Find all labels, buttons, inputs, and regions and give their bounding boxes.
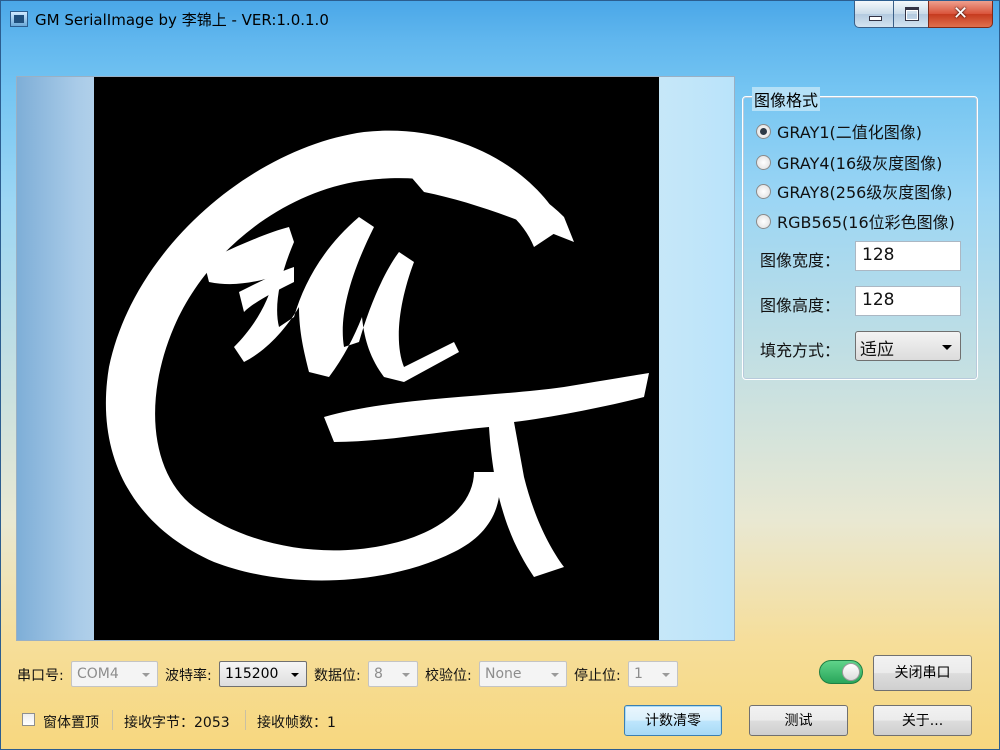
app-icon (10, 11, 28, 27)
radio-rgb565-label: RGB565(16位彩色图像) (777, 213, 955, 232)
port-label: 串口号: (17, 668, 64, 684)
main-window: GM SerialImage by 李锦上 - VER:1.0.1.0 ✕ 图像… (0, 0, 1000, 750)
topmost-checkbox[interactable] (22, 713, 35, 726)
chevron-down-icon (662, 673, 670, 677)
radio-gray8-label: GRAY8(256级灰度图像) (777, 183, 953, 202)
data-bits-value: 8 (374, 666, 383, 682)
baud-select[interactable]: 115200 (219, 661, 307, 687)
gm-logo-image (94, 77, 659, 640)
baud-value: 115200 (225, 666, 279, 682)
minimize-icon (869, 16, 882, 21)
status-separator (112, 710, 113, 730)
radio-rgb565[interactable]: RGB565(16位彩色图像) (756, 209, 955, 233)
radio-gray1-label: GRAY1(二值化图像) (777, 123, 923, 142)
image-width-label: 图像宽度： (760, 251, 841, 270)
chevron-down-icon (402, 673, 410, 677)
stop-bits-label: 停止位: (574, 668, 621, 684)
stop-bits-select[interactable]: 1 (628, 661, 678, 687)
port-value: COM4 (77, 666, 119, 682)
parity-value: None (485, 666, 522, 682)
bytes-received: 接收字节：2053 (124, 715, 230, 731)
chevron-down-icon (142, 673, 150, 677)
data-bits-label: 数据位: (314, 668, 361, 684)
image-format-title: 图像格式 (752, 87, 821, 111)
image-height-label: 图像高度： (760, 296, 841, 315)
baud-label: 波特率: (165, 668, 212, 684)
test-button[interactable]: 测试 (749, 705, 848, 736)
close-icon: ✕ (952, 3, 969, 24)
port-select[interactable]: COM4 (71, 661, 158, 687)
topmost-label: 窗体置顶 (43, 715, 99, 731)
toggle-knob (842, 663, 860, 681)
title-bar[interactable]: GM SerialImage by 李锦上 - VER:1.0.1.0 ✕ (1, 1, 999, 37)
data-bits-select[interactable]: 8 (368, 661, 418, 687)
received-image (94, 77, 659, 640)
close-button[interactable]: ✕ (928, 1, 993, 28)
image-preview-panel (16, 76, 735, 641)
minimize-button[interactable] (854, 1, 894, 28)
chevron-down-icon (942, 345, 952, 350)
maximize-icon (905, 7, 919, 21)
radio-selected-icon (756, 124, 771, 139)
fill-mode-select[interactable]: 适应 (855, 331, 961, 361)
stop-bits-value: 1 (634, 666, 643, 682)
radio-unselected-icon (756, 184, 771, 199)
frames-received: 接收帧数：1 (257, 715, 336, 731)
close-port-button[interactable]: 关闭串口 (873, 655, 972, 691)
window-title: GM SerialImage by 李锦上 - VER:1.0.1.0 (35, 11, 329, 29)
radio-unselected-icon (756, 214, 771, 229)
parity-label: 校验位: (425, 668, 472, 684)
radio-gray4[interactable]: GRAY4(16级灰度图像) (756, 150, 942, 174)
chevron-down-icon (291, 673, 299, 677)
maximize-button[interactable] (893, 1, 929, 28)
fill-mode-label: 填充方式： (760, 341, 841, 360)
radio-unselected-icon (756, 155, 771, 170)
about-button[interactable]: 关于... (873, 705, 972, 736)
parity-select[interactable]: None (479, 661, 567, 687)
radio-gray8[interactable]: GRAY8(256级灰度图像) (756, 179, 953, 203)
image-height-input[interactable]: 128 (855, 286, 961, 316)
radio-gray1[interactable]: GRAY1(二值化图像) (756, 119, 922, 143)
chevron-down-icon (551, 673, 559, 677)
clear-count-button[interactable]: 计数清零 (624, 705, 722, 736)
image-width-input[interactable]: 128 (855, 241, 961, 271)
radio-gray4-label: GRAY4(16级灰度图像) (777, 154, 943, 173)
port-status-toggle[interactable] (819, 660, 863, 684)
status-separator (245, 710, 246, 730)
fill-mode-value: 适应 (860, 340, 894, 360)
